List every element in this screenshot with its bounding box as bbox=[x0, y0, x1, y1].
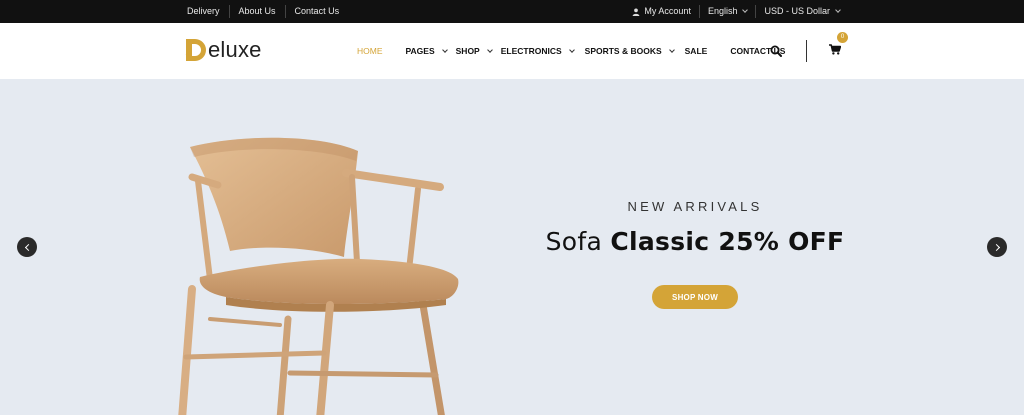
chevron-down-icon bbox=[668, 46, 675, 53]
chevron-left-icon bbox=[24, 243, 32, 251]
cart-count-badge: 0 bbox=[837, 32, 848, 43]
top-right-menu: My Account English USD - US Dollar bbox=[624, 0, 841, 23]
header-divider bbox=[806, 40, 807, 62]
logo-mark: ✦ bbox=[185, 39, 207, 61]
chevron-down-icon bbox=[441, 46, 448, 53]
logo[interactable]: ✦ eluxe bbox=[185, 36, 262, 64]
user-icon bbox=[633, 8, 640, 16]
about-us-link[interactable]: About Us bbox=[230, 5, 286, 18]
header-icons: 0 bbox=[770, 23, 848, 79]
nav-sports-books-label: SPORTS & BOOKS bbox=[584, 46, 662, 56]
nav-home-label: HOME bbox=[357, 46, 383, 56]
nav-home[interactable]: HOME bbox=[357, 46, 383, 56]
hero-title: Sofa Classic 25% OFF bbox=[545, 227, 845, 256]
hero-title-light: Sofa bbox=[545, 227, 603, 256]
nav-electronics-label: ELECTRONICS bbox=[500, 46, 562, 56]
language-selector[interactable]: English bbox=[700, 5, 757, 18]
delivery-link[interactable]: Delivery bbox=[178, 5, 230, 18]
nav-shop-label: SHOP bbox=[455, 46, 480, 56]
cart-button[interactable]: 0 bbox=[829, 32, 848, 60]
main-header: ✦ eluxe HOME PAGES SHOP ELECTRONICS SPOR… bbox=[0, 23, 1024, 79]
my-account-link[interactable]: My Account bbox=[624, 5, 700, 18]
nav-sale-label: SALE bbox=[684, 46, 708, 56]
sparkle-icon: ✦ bbox=[185, 50, 192, 59]
nav-electronics[interactable]: ELECTRONICS bbox=[500, 46, 575, 56]
cart-icon bbox=[829, 44, 842, 55]
nav-pages[interactable]: PAGES bbox=[405, 46, 448, 56]
next-slide-button[interactable] bbox=[987, 237, 1007, 257]
hero-caption: NEW ARRIVALS Sofa Classic 25% OFF bbox=[545, 199, 845, 256]
logo-text: eluxe bbox=[208, 37, 262, 62]
nav-sale[interactable]: SALE bbox=[685, 46, 708, 56]
chair-image bbox=[178, 137, 459, 415]
contact-us-link[interactable]: Contact Us bbox=[286, 5, 349, 18]
currency-selector[interactable]: USD - US Dollar bbox=[756, 5, 841, 18]
nav-pages-label: PAGES bbox=[405, 46, 435, 56]
chevron-down-icon bbox=[742, 7, 749, 13]
chevron-right-icon bbox=[992, 243, 1000, 251]
nav-sports-books[interactable]: SPORTS & BOOKS bbox=[584, 46, 675, 56]
top-links: Delivery About Us Contact Us bbox=[178, 0, 348, 23]
top-bar: Delivery About Us Contact Us My Account … bbox=[0, 0, 1024, 23]
search-icon[interactable] bbox=[770, 45, 782, 57]
shop-now-button[interactable]: SHOP NOW bbox=[652, 285, 738, 309]
chevron-down-icon bbox=[835, 7, 841, 13]
main-nav: HOME PAGES SHOP ELECTRONICS SPORTS & BOO… bbox=[357, 23, 785, 79]
chevron-down-icon bbox=[568, 46, 575, 53]
chevron-down-icon bbox=[486, 46, 493, 53]
language-label: English bbox=[707, 6, 738, 16]
hero-title-bold: Classic 25% OFF bbox=[610, 227, 845, 256]
currency-label: USD - US Dollar bbox=[764, 6, 830, 16]
prev-slide-button[interactable] bbox=[17, 237, 37, 257]
my-account-label: My Account bbox=[644, 6, 691, 16]
hero-subtitle: NEW ARRIVALS bbox=[627, 199, 763, 214]
nav-shop[interactable]: SHOP bbox=[455, 46, 493, 56]
hero-slider: NEW ARRIVALS Sofa Classic 25% OFF SHOP N… bbox=[0, 79, 1024, 415]
